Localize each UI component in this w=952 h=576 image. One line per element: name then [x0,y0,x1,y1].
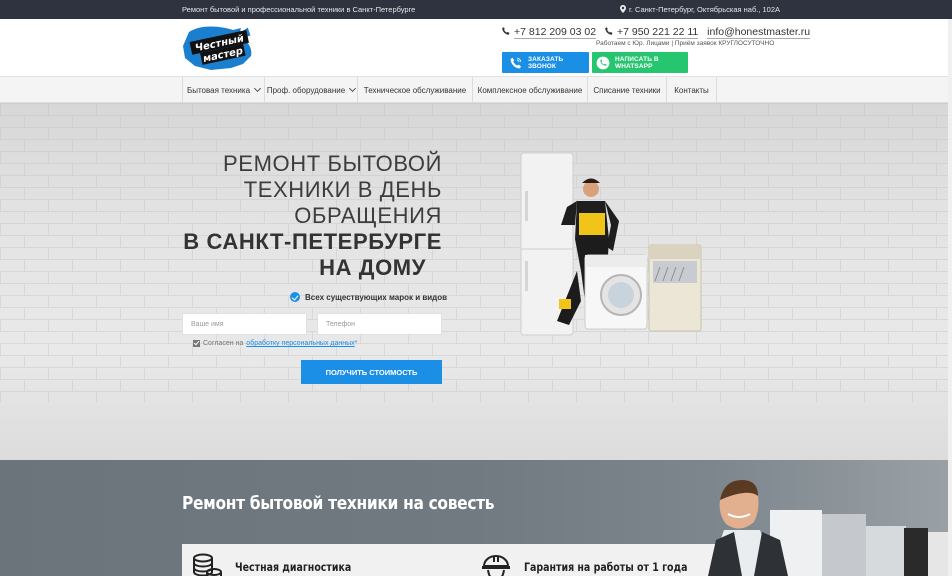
feature-label: Гарантия на работы от 1 года [524,560,688,574]
consent-text: Согласен на [203,340,244,347]
address-text: г. Санкт-Петербург, Октябрьская наб., 10… [629,5,781,14]
chevron-down-icon [253,84,262,93]
hero-section: РЕМОНТ БЫТОВОЙ ТЕХНИКИ В ДЕНЬ ОБРАЩЕНИЯ … [0,103,952,460]
hero-title-home: НА ДОМУ [319,255,426,280]
hero-feature: Всех существующих марок и видов [290,292,447,302]
order-call-button[interactable]: ЗАКАЗАТЬ ЗВОНОК [502,52,589,73]
call-icon [510,57,522,68]
nav-item-professional[interactable]: Проф. оборудование [265,77,358,103]
logo[interactable]: Честный мастер [181,24,257,70]
required-mark: * [354,340,358,347]
phone-icon [502,27,510,35]
hero-title-line: ТЕХНИКИ В ДЕНЬ [243,177,442,202]
worktime-note: Работаем с Юр. Лицами | Приём заявок КРУ… [596,40,775,47]
phone-1-number[interactable]: +7 812 209 03 02 [514,26,597,39]
top-bar: Ремонт бытовой и профессиональной техник… [0,0,952,19]
checkbox-icon[interactable] [193,340,200,347]
quality-section: Ремонт бытовой техники на совесть Честна… [0,460,952,576]
phone-2[interactable]: +7 950 221 22 11 [605,26,699,39]
email-link[interactable]: info@honestmaster.ru [707,26,811,39]
technician-with-appliances-image [520,152,702,336]
order-call-label: ЗАКАЗАТЬ ЗВОНОК [528,55,564,70]
chevron-down-icon [349,84,357,93]
scrollbar[interactable] [948,19,952,576]
phone-2-number[interactable]: +7 950 221 22 11 [616,26,699,39]
phone-icon [605,27,613,35]
whatsapp-button[interactable]: НАПИСАТЬ В WHATSAPP [592,52,688,73]
address: г. Санкт-Петербург, Октябрьская наб., 10… [620,5,780,14]
site-tagline: Ремонт бытовой и профессиональной техник… [182,5,416,14]
whatsapp-label: НАПИСАТЬ В WHATSAPP [615,55,659,70]
nav-item-contacts[interactable]: Контакты [667,77,717,103]
main-nav: Бытовая техника Проф. оборудование Техни… [0,76,952,103]
consent-row: Согласен на обработку персональных данны… [193,340,357,347]
check-circle-icon [290,292,300,302]
email-text[interactable]: info@honestmaster.ru [707,26,811,39]
hero-title-city: В САНКТ-ПЕТЕРБУРГЕ [183,229,442,254]
nav-item-maintenance[interactable]: Техническое обслуживание [358,77,473,103]
name-input[interactable]: Ваше имя [182,313,307,335]
privacy-link[interactable]: обработку персональных данных [246,340,354,347]
phone-1[interactable]: +7 812 209 03 02 [502,26,597,39]
hero-title: РЕМОНТ БЫТОВОЙ ТЕХНИКИ В ДЕНЬ ОБРАЩЕНИЯ … [183,151,442,281]
brick-wall-background [0,103,952,403]
coins-icon [193,553,222,576]
technician-portrait-image [708,480,952,576]
feature-warranty: Гарантия на работы от 1 года [480,552,723,576]
nav-item-complex-service[interactable]: Комплексное обслуживание [473,77,588,103]
feature-honest-diagnostics: Честная диагностика [191,552,377,576]
whatsapp-icon [596,56,610,69]
contact-line: +7 812 209 03 02 +7 950 221 22 11 info@h… [502,26,816,39]
pin-icon [620,5,626,13]
hero-title-line: РЕМОНТ БЫТОВОЙ [223,151,442,176]
get-price-button[interactable]: ПОЛУЧИТЬ СТОИМОСТЬ [301,360,442,384]
feature-label: Честная диагностика [235,560,352,574]
section-title: Ремонт бытовой техники на совесть [182,493,495,514]
hero-feature-text: Всех существующих марок и видов [305,292,448,302]
hero-title-line: ОБРАЩЕНИЯ [294,203,442,228]
worker-helmet-icon [482,555,510,576]
nav-item-household[interactable]: Бытовая техника [182,77,265,103]
nav-item-write-off[interactable]: Списание техники [588,77,667,103]
phone-input[interactable]: Телефон [317,313,442,335]
